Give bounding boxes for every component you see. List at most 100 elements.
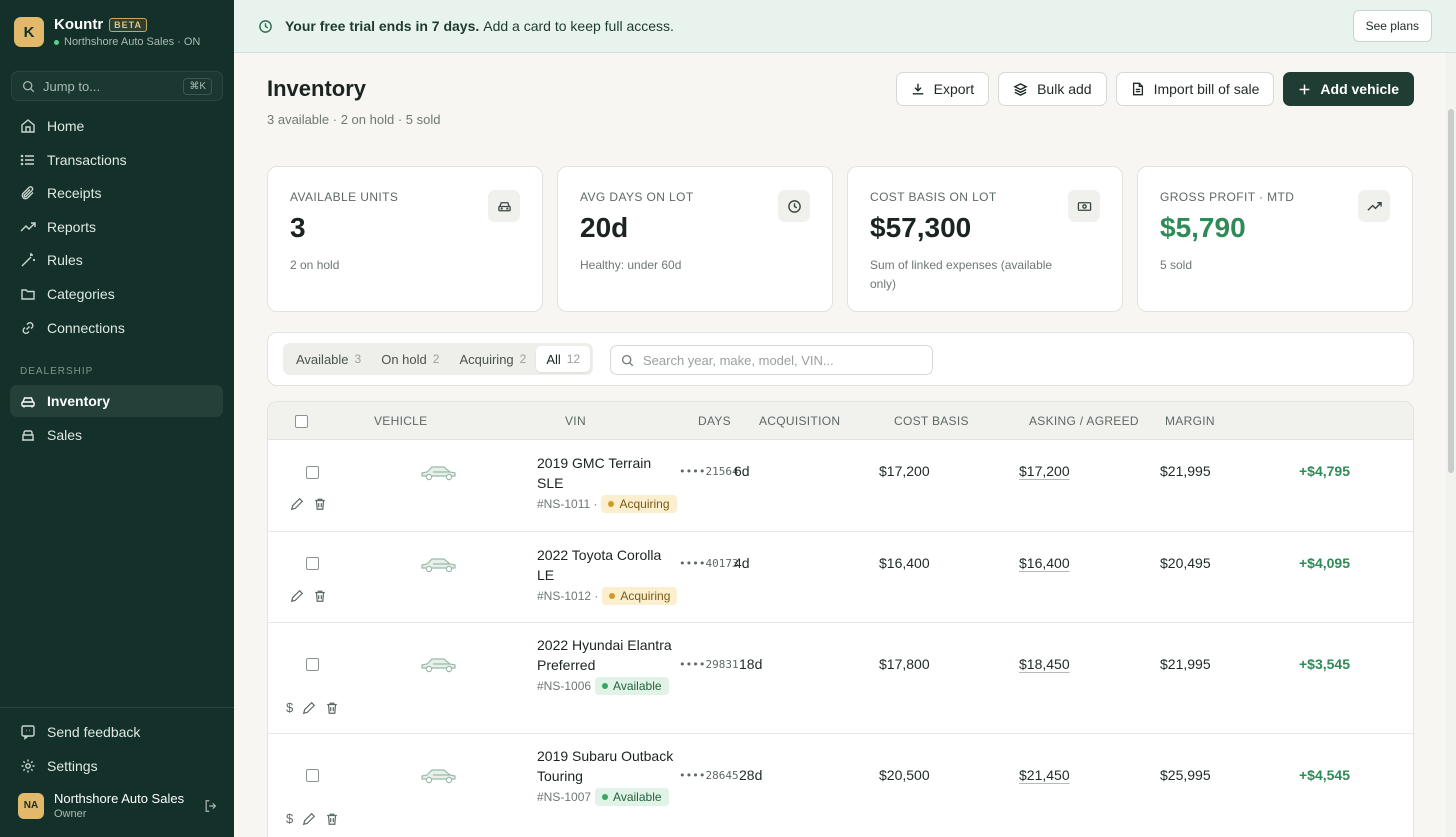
table-row[interactable]: 2019 Subaru Outback Touring #NS-1007 Avai…	[268, 734, 1413, 837]
sidebar-item-send-feedback[interactable]: Send feedback	[10, 716, 223, 748]
page-actions: Export Bulk add Import bill of sale Add …	[895, 72, 1414, 106]
search-input[interactable]: Search year, make, model, VIN...	[610, 345, 933, 375]
sidebar-item-receipts[interactable]: Receipts	[10, 177, 223, 209]
sidebar-item-inventory[interactable]: Inventory	[10, 385, 223, 417]
trial-banner: Your free trial ends in 7 days. Add a ca…	[234, 0, 1456, 53]
sidebar-item-reports[interactable]: Reports	[10, 211, 223, 243]
row-checkbox[interactable]	[306, 658, 319, 671]
edit-icon[interactable]	[302, 701, 316, 715]
scrollbar-thumb[interactable]	[1448, 109, 1454, 473]
tab-on-hold[interactable]: On hold 2	[371, 346, 449, 372]
sidebar-item-label: Reports	[47, 218, 97, 235]
stat-value: $57,300	[870, 212, 972, 243]
row-checkbox[interactable]	[306, 557, 319, 570]
sidebar-item-label: Receipts	[47, 185, 102, 202]
brand[interactable]: K Kountr BETA Northshore Auto Sales · ON	[14, 16, 200, 48]
sidebar-item-settings[interactable]: Settings	[10, 750, 223, 782]
main-content: Your free trial ends in 7 days. Add a ca…	[234, 0, 1456, 837]
table-row[interactable]: 2022 Hyundai Elantra Preferred #NS-1006 A…	[268, 623, 1413, 734]
edit-icon[interactable]	[290, 589, 304, 603]
asking-cell: $25,995	[1160, 767, 1211, 783]
export-button[interactable]: Export	[895, 72, 990, 106]
beta-badge: BETA	[109, 17, 147, 32]
vehicle-thumbnail-icon	[421, 769, 456, 784]
table-row[interactable]: 2019 GMC Terrain SLE #NS-1011 · Acquiring…	[268, 440, 1413, 532]
sidebar-item-connections[interactable]: Connections	[10, 312, 223, 344]
add-vehicle-button[interactable]: Add vehicle	[1283, 72, 1414, 106]
col-asking[interactable]: ASKING / AGREED	[1029, 414, 1139, 428]
page-scrollbar[interactable]	[1446, 53, 1456, 837]
sidebar-item-label: Rules	[47, 252, 83, 269]
cost-basis-link[interactable]: $16,400	[1019, 555, 1070, 571]
logout-icon[interactable]	[204, 799, 218, 813]
col-days[interactable]: DAYS	[698, 414, 731, 428]
row-checkbox[interactable]	[306, 466, 319, 479]
list-icon	[20, 154, 34, 165]
row-checkbox[interactable]	[306, 769, 319, 782]
export-label: Export	[933, 81, 975, 97]
edit-icon[interactable]	[302, 812, 316, 826]
sidebar-item-sales[interactable]: Sales	[10, 419, 223, 451]
download-icon	[912, 83, 923, 95]
stat-label: AVAILABLE UNITS	[290, 190, 399, 204]
gear-icon	[21, 759, 35, 773]
feedback-icon	[21, 725, 35, 740]
trash-icon[interactable]	[313, 589, 327, 603]
stat-label: AVG DAYS ON LOT	[580, 190, 694, 204]
tab-acquiring[interactable]: Acquiring 2	[449, 346, 536, 372]
sidebar-item-rules[interactable]: Rules	[10, 244, 223, 276]
stat-value: 20d	[580, 212, 629, 243]
days-cell: 6d	[734, 463, 750, 479]
jump-to-input[interactable]: Jump to... ⌘K	[11, 71, 223, 101]
sidebar-item-categories[interactable]: Categories	[10, 278, 223, 310]
cost-basis-link[interactable]: $17,200	[1019, 463, 1070, 479]
cost-basis-link[interactable]: $18,450	[1019, 656, 1070, 672]
acquisition-cell: $17,800	[879, 656, 930, 672]
trend-icon	[20, 222, 36, 232]
dollar-icon[interactable]: $	[286, 700, 293, 715]
sidebar-item-home[interactable]: Home	[10, 110, 223, 142]
search-placeholder: Search year, make, model, VIN...	[643, 352, 834, 368]
tab-label: On hold	[381, 351, 427, 367]
table-row[interactable]: 2022 Toyota Corolla LE #NS-1012 · Acquiri…	[268, 532, 1413, 623]
vehicle-title[interactable]: 2019 GMC Terrain SLE	[537, 453, 677, 493]
see-plans-button[interactable]: See plans	[1352, 10, 1432, 42]
paperclip-icon	[21, 186, 34, 200]
margin-cell: +$3,545	[1299, 656, 1350, 672]
tag-icon	[22, 429, 34, 441]
vehicle-title[interactable]: 2022 Toyota Corolla LE	[537, 545, 682, 585]
vehicle-thumbnail-icon	[421, 558, 456, 573]
cost-basis-link[interactable]: $21,450	[1019, 767, 1070, 783]
trash-icon[interactable]	[313, 497, 327, 511]
asking-cell: $21,995	[1160, 463, 1211, 479]
vehicle-title[interactable]: 2022 Hyundai Elantra Preferred	[537, 635, 677, 675]
col-cost-basis[interactable]: COST BASIS	[894, 414, 969, 428]
tab-all[interactable]: All 12	[536, 346, 591, 372]
document-icon	[1132, 82, 1143, 96]
edit-icon[interactable]	[290, 497, 304, 511]
col-vehicle[interactable]: VEHICLE	[374, 414, 427, 428]
acquisition-cell: $16,400	[879, 555, 930, 571]
status-badge: Acquiring	[602, 587, 678, 605]
margin-cell: +$4,545	[1299, 767, 1350, 783]
trash-icon[interactable]	[325, 701, 339, 715]
bulk-add-button[interactable]: Bulk add	[998, 72, 1107, 106]
vehicle-title[interactable]: 2019 Subaru Outback Touring	[537, 746, 677, 786]
link-icon	[22, 321, 34, 334]
select-all-checkbox[interactable]	[295, 415, 308, 428]
col-margin[interactable]: MARGIN	[1165, 414, 1215, 428]
tab-available[interactable]: Available 3	[286, 346, 371, 372]
vin-cell: ••••40173	[679, 557, 739, 570]
col-vin[interactable]: VIN	[565, 414, 586, 428]
sidebar-item-transactions[interactable]: Transactions	[10, 144, 223, 176]
acquisition-cell: $20,500	[879, 767, 930, 783]
trash-icon[interactable]	[325, 812, 339, 826]
col-acquisition[interactable]: ACQUISITION	[759, 414, 840, 428]
filter-bar: Available 3 On hold 2 Acquiring 2 All 12 Sea…	[267, 332, 1414, 386]
user-menu[interactable]: NA Northshore Auto Sales Owner	[18, 791, 218, 820]
main-nav: Home Transactions Receipts Reports Rules…	[10, 110, 223, 345]
sidebar-item-label: Home	[47, 118, 85, 134]
dollar-icon[interactable]: $	[286, 811, 293, 826]
import-bill-of-sale-button[interactable]: Import bill of sale	[1115, 72, 1275, 106]
nav-section-label: DEALERSHIP	[20, 366, 94, 377]
